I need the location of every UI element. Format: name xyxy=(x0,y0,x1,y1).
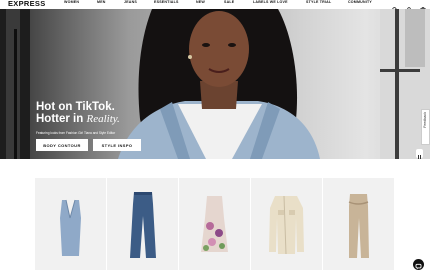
product-card-tank[interactable] xyxy=(35,178,106,270)
hero-title-line1: Hot on TikTok. xyxy=(36,101,115,113)
brand-logo[interactable]: EXPRESS xyxy=(8,0,46,8)
nav-item-sale[interactable]: SALE xyxy=(224,0,234,4)
nav-item-essentials[interactable]: ESSENTIALS xyxy=(154,0,179,4)
hero-photo xyxy=(0,9,430,159)
product-image-jeans xyxy=(130,192,156,258)
product-card-dress[interactable] xyxy=(179,178,250,270)
nav-item-style-trial[interactable]: STYLE TRIAL xyxy=(306,0,331,4)
hero-banner[interactable]: Hot on TikTok. Hotter in Reality. Featur… xyxy=(0,9,430,159)
hero-subtitle: Featuring looks from Fashion Girl Tiana … xyxy=(36,131,116,135)
nav-item-new[interactable]: NEW xyxy=(196,0,205,4)
nav-icons xyxy=(392,0,426,14)
product-card-pants[interactable] xyxy=(323,178,394,270)
hero-title-line2: Hotter in Reality. xyxy=(36,113,120,125)
product-image-tank xyxy=(60,199,81,256)
style-inspo-button[interactable]: STYLE INSPO xyxy=(93,139,141,151)
top-nav: EXPRESS WOMEN MEN JEANS ESSENTIALS NEW S… xyxy=(0,0,430,14)
chat-icon xyxy=(415,263,422,270)
product-image-jacket xyxy=(269,195,304,255)
nav-item-community[interactable]: COMMUNITY xyxy=(348,0,372,4)
product-card-jeans[interactable] xyxy=(107,178,178,270)
nav-item-men[interactable]: MEN xyxy=(97,0,106,4)
feedback-label: Feedback xyxy=(423,112,427,128)
hero-title-line2-prefix: Hotter in xyxy=(36,113,87,125)
user-icon[interactable] xyxy=(406,0,412,13)
nav-item-labels-we-love[interactable]: LABELS WE LOVE xyxy=(253,0,288,4)
body-contour-button[interactable]: BODY CONTOUR xyxy=(36,139,88,151)
hero-title: Hot on TikTok. Hotter in Reality. xyxy=(36,101,120,125)
feedback-tab[interactable]: Feedback xyxy=(421,109,430,145)
hero-title-line2-em: Reality. xyxy=(86,113,120,125)
product-row xyxy=(35,178,395,270)
product-image-pants xyxy=(348,194,369,258)
nav-item-jeans[interactable]: JEANS xyxy=(124,0,137,4)
pause-icon[interactable] xyxy=(416,149,423,159)
product-card-jacket[interactable] xyxy=(251,178,322,270)
bag-icon[interactable] xyxy=(420,0,426,14)
chat-button[interactable] xyxy=(413,259,424,270)
search-icon[interactable] xyxy=(392,0,398,13)
nav-item-women[interactable]: WOMEN xyxy=(64,0,79,4)
product-image-dress xyxy=(201,196,228,252)
